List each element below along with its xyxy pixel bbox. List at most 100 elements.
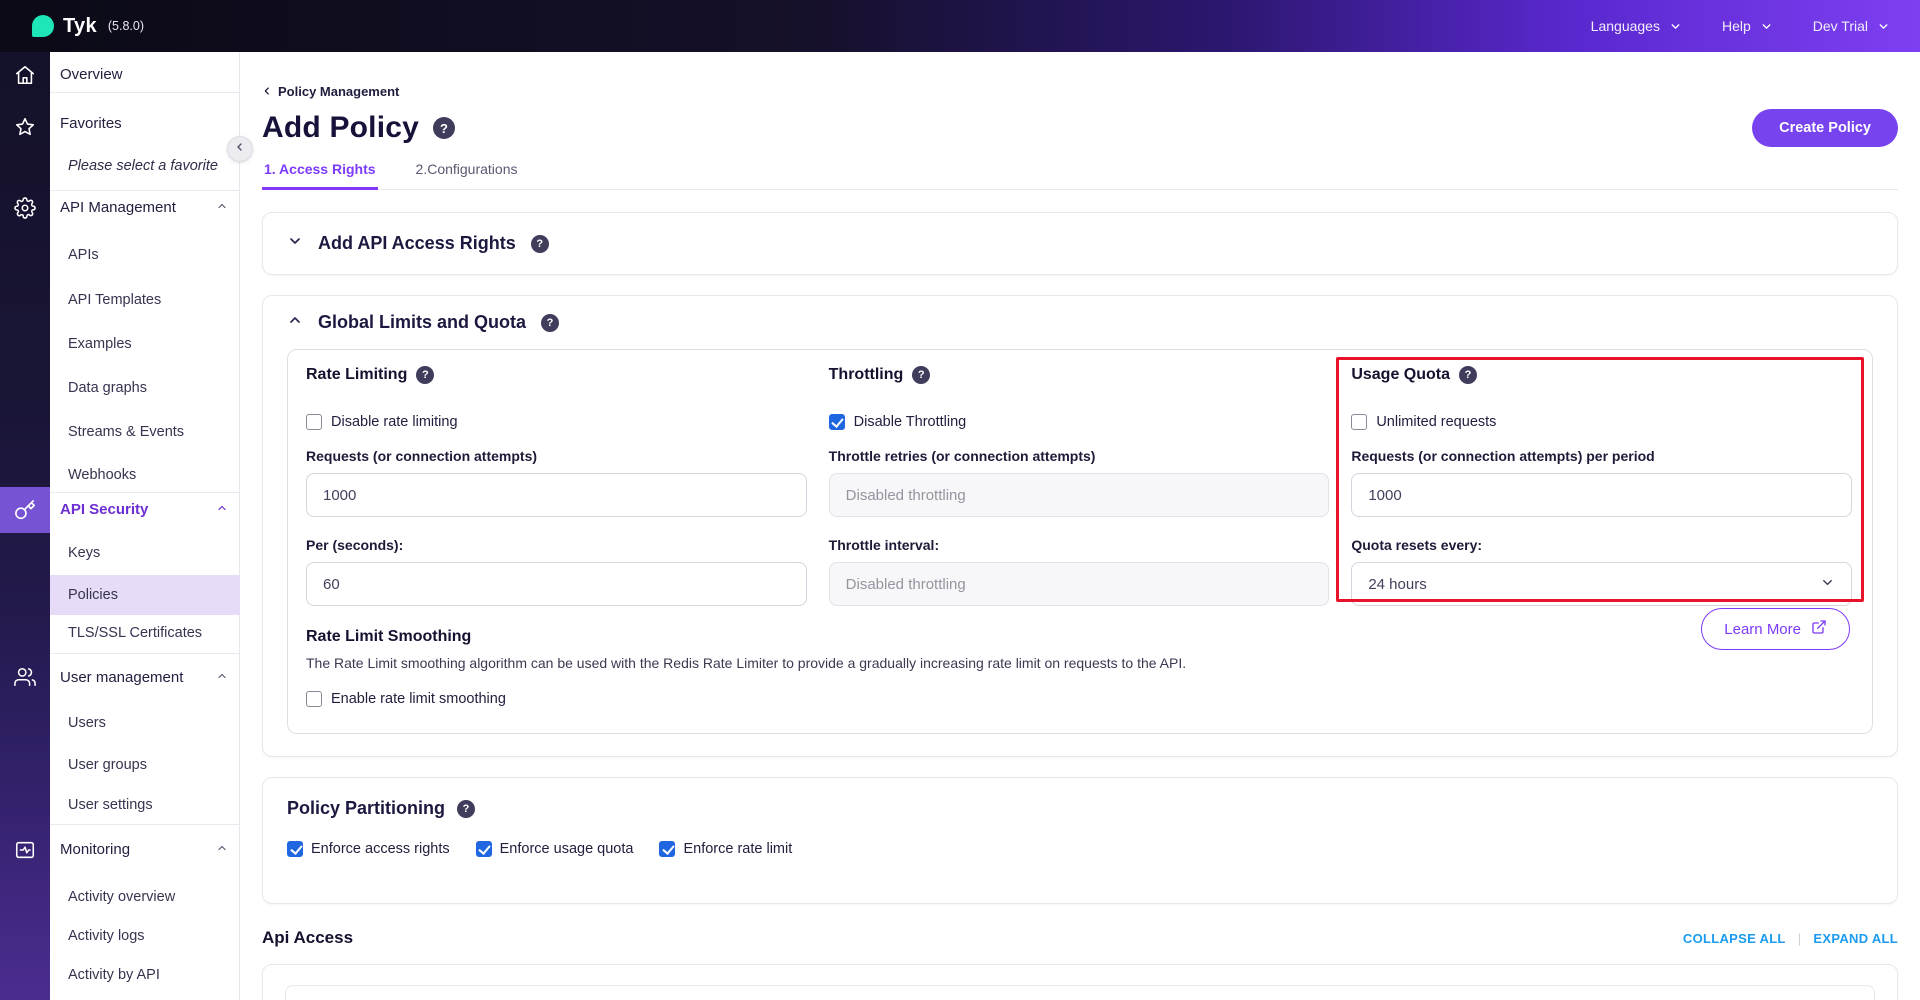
policy-partitioning-header: Policy Partitioning ? xyxy=(287,798,1873,819)
quota-resets-select[interactable]: 24 hours xyxy=(1351,562,1852,606)
sidebar-item-activity-overview[interactable]: Activity overview xyxy=(50,880,240,914)
help-icon[interactable]: ? xyxy=(416,366,434,384)
sidebar-section-api-management[interactable]: API Management xyxy=(50,191,240,225)
disable-rate-limiting-checkbox[interactable] xyxy=(306,414,322,430)
usage-quota-title: Usage Quota xyxy=(1351,366,1450,384)
top-bar: Tyk (5.8.0) Languages Help Dev Trial xyxy=(0,0,1920,52)
sidebar-item-data-graphs[interactable]: Data graphs xyxy=(50,371,240,405)
chevron-down-icon xyxy=(1760,20,1773,33)
unlimited-requests-checkbox[interactable] xyxy=(1351,414,1367,430)
chevron-up-icon xyxy=(216,493,228,527)
enforce-usage-quota-checkbox[interactable] xyxy=(476,841,492,857)
help-icon[interactable]: ? xyxy=(457,800,475,818)
sidebar-collapse-button[interactable] xyxy=(227,136,253,162)
tyk-logo-text: Tyk xyxy=(63,15,97,38)
sidebar-item-tls-ssl-certificates[interactable]: TLS/SSL Certificates xyxy=(50,616,240,650)
monitor-icon[interactable] xyxy=(14,839,36,861)
add-api-access-rights-card: Add API Access Rights ? xyxy=(262,212,1898,275)
breadcrumb[interactable]: Policy Management xyxy=(262,84,1898,99)
menu-dev-trial[interactable]: Dev Trial xyxy=(1813,18,1890,34)
help-icon[interactable]: ? xyxy=(1459,366,1477,384)
create-policy-button[interactable]: Create Policy xyxy=(1752,109,1898,147)
learn-more-button[interactable]: Learn More xyxy=(1701,608,1850,650)
sidebar-item-examples[interactable]: Examples xyxy=(50,327,240,361)
menu-languages[interactable]: Languages xyxy=(1591,18,1682,34)
sidebar-item-activity-logs[interactable]: Activity logs xyxy=(50,919,240,953)
sidebar-item-user-settings[interactable]: User settings xyxy=(50,788,240,822)
chevron-down-icon xyxy=(1877,20,1890,33)
sidebar-item-activity-by-api[interactable]: Activity by API xyxy=(50,958,240,992)
throttle-interval-input xyxy=(829,562,1330,606)
requests-input[interactable] xyxy=(306,473,807,517)
sidebar-divider xyxy=(50,92,240,93)
sidebar-item-users[interactable]: Users xyxy=(50,706,240,740)
requests-label: Requests (or connection attempts) xyxy=(306,448,807,464)
throttling-column: Throttling ? Disable Throttling Throttle… xyxy=(829,350,1330,606)
global-limits-header[interactable]: Global Limits and Quota ? xyxy=(287,312,1873,333)
top-menu: Languages Help Dev Trial xyxy=(1591,18,1890,34)
enable-rate-limit-smoothing-checkbox[interactable] xyxy=(306,691,322,707)
throttle-interval-label: Throttle interval: xyxy=(829,537,1330,553)
add-api-access-rights-header[interactable]: Add API Access Rights ? xyxy=(287,233,1873,254)
tab-configurations[interactable]: 2.Configurations xyxy=(414,161,520,189)
rate-limiting-title: Rate Limiting xyxy=(306,366,407,384)
chevron-left-icon xyxy=(234,140,246,158)
help-icon[interactable]: ? xyxy=(433,117,455,139)
sidebar-item-user-groups[interactable]: User groups xyxy=(50,748,240,782)
throttling-title: Throttling xyxy=(829,366,904,384)
expand-all-link[interactable]: EXPAND ALL xyxy=(1813,931,1898,946)
collapse-all-link[interactable]: COLLAPSE ALL xyxy=(1683,931,1786,946)
key-icon[interactable] xyxy=(14,499,36,521)
sidebar-item-keys[interactable]: Keys xyxy=(50,536,240,570)
throttle-retries-input xyxy=(829,473,1330,517)
sidebar-item-overview[interactable]: Overview xyxy=(50,58,240,92)
sidebar-section-user-management[interactable]: User management xyxy=(50,661,240,695)
disable-throttling-checkbox[interactable] xyxy=(829,414,845,430)
rate-limiting-column: Rate Limiting ? Disable rate limiting Re… xyxy=(306,350,807,606)
throttle-retries-label: Throttle retries (or connection attempts… xyxy=(829,448,1330,464)
rate-limit-smoothing-description: The Rate Limit smoothing algorithm can b… xyxy=(306,655,1852,671)
users-icon[interactable] xyxy=(14,666,36,688)
per-seconds-input[interactable] xyxy=(306,562,807,606)
chevron-up-icon xyxy=(216,661,228,695)
sidebar-item-policies[interactable]: Policies xyxy=(50,575,240,615)
main-content: Policy Management Add Policy ? Create Po… xyxy=(240,52,1920,1000)
enforce-rate-limit-checkbox[interactable] xyxy=(659,841,675,857)
link-separator: | xyxy=(1798,931,1802,946)
sidebar-item-api-templates[interactable]: API Templates xyxy=(50,283,240,317)
tyk-logo[interactable]: Tyk (5.8.0) xyxy=(32,15,144,38)
help-icon[interactable]: ? xyxy=(912,366,930,384)
icon-rail xyxy=(0,52,50,1000)
version-label: (5.8.0) xyxy=(108,19,144,33)
tab-access-rights[interactable]: 1. Access Rights xyxy=(262,161,378,190)
tyk-logo-icon xyxy=(32,15,54,37)
policy-partitioning-card: Policy Partitioning ? Enforce access rig… xyxy=(262,777,1898,904)
rate-limit-smoothing-title: Rate Limit Smoothing xyxy=(306,628,1852,646)
chevron-left-icon xyxy=(262,84,272,99)
chevron-down-icon xyxy=(287,233,303,254)
sidebar-section-api-security[interactable]: API Security xyxy=(50,493,240,527)
sidebar-item-favorites[interactable]: Favorites xyxy=(50,107,240,141)
menu-help[interactable]: Help xyxy=(1722,18,1773,34)
star-icon[interactable] xyxy=(14,116,36,138)
gear-icon[interactable] xyxy=(14,197,36,219)
per-seconds-label: Per (seconds): xyxy=(306,537,807,553)
help-icon[interactable]: ? xyxy=(531,235,549,253)
chevron-up-icon xyxy=(287,312,303,333)
favorites-empty-note: Please select a favorite xyxy=(50,149,240,183)
home-icon[interactable] xyxy=(14,64,36,86)
sidebar-item-apis[interactable]: APIs xyxy=(50,238,240,272)
enforce-access-rights-checkbox[interactable] xyxy=(287,841,303,857)
sidebar-item-webhooks[interactable]: Webhooks xyxy=(50,458,240,492)
api-access-card xyxy=(262,964,1898,1000)
limits-box: Rate Limiting ? Disable rate limiting Re… xyxy=(287,349,1873,734)
chevron-down-icon xyxy=(1669,20,1682,33)
sidebar-item-streams-events[interactable]: Streams & Events xyxy=(50,415,240,449)
external-link-icon xyxy=(1811,619,1827,639)
requests-per-period-input[interactable] xyxy=(1351,473,1852,517)
requests-per-period-label: Requests (or connection attempts) per pe… xyxy=(1351,448,1852,464)
sidebar-section-monitoring[interactable]: Monitoring xyxy=(50,833,240,867)
page-title: Add Policy xyxy=(262,111,419,145)
help-icon[interactable]: ? xyxy=(541,314,559,332)
usage-quota-column: Usage Quota ? Unlimited requests Request… xyxy=(1351,350,1852,606)
